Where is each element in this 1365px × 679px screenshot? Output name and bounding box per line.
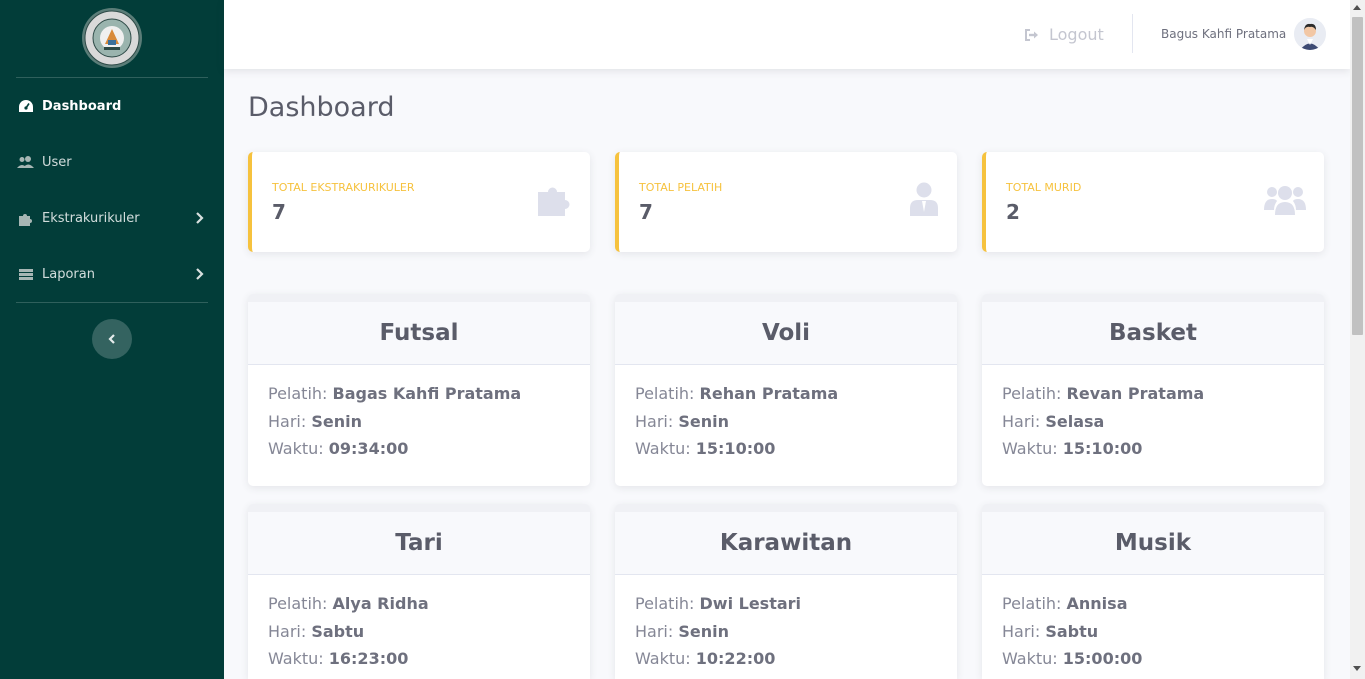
sidebar-item-label: User (42, 154, 72, 170)
user-name: Bagus Kahfi Pratama (1161, 27, 1287, 41)
stat-label: TOTAL MURID (1006, 181, 1082, 194)
waktu-value: 15:00:00 (1062, 649, 1143, 668)
sidebar-item-ekstrakurikuler[interactable]: Ekstrakurikuler (0, 190, 224, 246)
card-body: Pelatih: Dwi Lestari Hari: Senin Waktu: … (615, 575, 957, 673)
card-title: Musik (982, 512, 1324, 575)
pelatih-value: Dwi Lestari (699, 594, 802, 613)
stat-value: 7 (639, 200, 653, 224)
waktu-value: 15:10:00 (695, 439, 776, 458)
waktu-value: 10:22:00 (695, 649, 776, 668)
scroll-down-arrow-icon[interactable] (1353, 666, 1361, 671)
waktu-label: Waktu: (1002, 649, 1058, 668)
waktu-label: Waktu: (1002, 439, 1058, 458)
card-title: Basket (982, 302, 1324, 365)
stat-card-total-murid: TOTAL MURID 2 (982, 152, 1324, 252)
user-tie-icon (909, 182, 939, 220)
sidebar-item-dashboard[interactable]: Dashboard (0, 78, 224, 134)
card-title: Karawitan (615, 512, 957, 575)
stat-card-total-ekstrakurikuler: TOTAL EKSTRAKURIKULER 7 (248, 152, 590, 252)
waktu-label: Waktu: (635, 649, 691, 668)
card-title: Voli (615, 302, 957, 365)
hari-value: Sabtu (311, 621, 365, 641)
activity-card-futsal: Futsal Pelatih: Bagas Kahfi Pratama Hari… (248, 294, 590, 486)
hari-value: Senin (311, 411, 362, 431)
waktu-value: 16:23:00 (328, 649, 409, 668)
school-logo[interactable] (81, 7, 143, 69)
page-scrollbar[interactable] (1350, 0, 1365, 679)
sidebar-item-laporan[interactable]: Laporan (0, 246, 224, 302)
activity-card-basket: Basket Pelatih: Revan Pratama Hari: Sela… (982, 294, 1324, 486)
waktu-value: 15:10:00 (1062, 439, 1143, 458)
waktu-label: Waktu: (268, 439, 324, 458)
topbar-divider (1132, 14, 1133, 53)
pelatih-label: Pelatih: (268, 594, 328, 613)
chevron-left-icon (107, 333, 117, 345)
activity-card-voli: Voli Pelatih: Rehan Pratama Hari: Senin … (615, 294, 957, 486)
logout-button[interactable]: Logout (1024, 22, 1104, 46)
pelatih-label: Pelatih: (1002, 384, 1062, 403)
hari-label: Hari: (635, 411, 674, 431)
sidebar-item-label: Ekstrakurikuler (42, 210, 140, 226)
card-body: Pelatih: Rehan Pratama Hari: Senin Waktu… (615, 365, 957, 463)
activity-card-karawitan: Karawitan Pelatih: Dwi Lestari Hari: Sen… (615, 504, 957, 679)
report-icon (17, 266, 35, 282)
stat-label: TOTAL PELATIH (639, 181, 723, 194)
hari-label: Hari: (1002, 411, 1041, 431)
pelatih-label: Pelatih: (268, 384, 328, 403)
sign-out-icon (1024, 27, 1040, 41)
card-body: Pelatih: Annisa Hari: Sabtu Waktu: 15:00… (982, 575, 1324, 673)
logout-label: Logout (1049, 24, 1104, 44)
hari-value: Selasa (1045, 411, 1105, 431)
puzzle-icon (17, 210, 35, 226)
card-body: Pelatih: Alya Ridha Hari: Sabtu Waktu: 1… (248, 575, 590, 673)
pelatih-label: Pelatih: (635, 594, 695, 613)
activity-card-tari: Tari Pelatih: Alya Ridha Hari: Sabtu Wak… (248, 504, 590, 679)
scrollbar-thumb[interactable] (1352, 17, 1363, 335)
users-cog-icon (17, 154, 35, 170)
stat-value: 2 (1006, 200, 1020, 224)
pelatih-label: Pelatih: (635, 384, 695, 403)
scroll-up-arrow-icon[interactable] (1353, 5, 1361, 10)
pelatih-value: Alya Ridha (332, 594, 429, 613)
hari-label: Hari: (268, 621, 307, 641)
user-menu[interactable]: Bagus Kahfi Pratama (1161, 17, 1327, 51)
pelatih-value: Revan Pratama (1066, 384, 1205, 403)
pelatih-value: Bagas Kahfi Pratama (332, 384, 522, 403)
hari-label: Hari: (268, 411, 307, 431)
hari-label: Hari: (635, 621, 674, 641)
activity-card-musik: Musik Pelatih: Annisa Hari: Sabtu Waktu:… (982, 504, 1324, 679)
waktu-label: Waktu: (268, 649, 324, 668)
hari-value: Sabtu (1045, 621, 1099, 641)
hari-value: Senin (678, 411, 729, 431)
users-icon (1264, 185, 1306, 219)
waktu-value: 09:34:00 (328, 439, 409, 458)
card-body: Pelatih: Revan Pratama Hari: Selasa Wakt… (982, 365, 1324, 463)
topbar: Logout Bagus Kahfi Pratama (224, 0, 1350, 69)
chevron-right-icon (195, 211, 205, 225)
card-title: Tari (248, 512, 590, 575)
stat-card-total-pelatih: TOTAL PELATIH 7 (615, 152, 957, 252)
sidebar: Dashboard User Ekstrakurikuler Laporan (0, 0, 224, 679)
stat-label: TOTAL EKSTRAKURIKULER (272, 181, 415, 194)
chevron-right-icon (195, 267, 205, 281)
pelatih-value: Annisa (1066, 594, 1128, 613)
puzzle-icon (537, 182, 575, 220)
page-title: Dashboard (248, 92, 395, 123)
hari-value: Senin (678, 621, 729, 641)
sidebar-item-label: Laporan (42, 266, 95, 282)
sidebar-divider (16, 302, 208, 303)
pelatih-label: Pelatih: (1002, 594, 1062, 613)
card-body: Pelatih: Bagas Kahfi Pratama Hari: Senin… (248, 365, 590, 463)
card-title: Futsal (248, 302, 590, 365)
sidebar-toggle-button[interactable] (92, 319, 132, 359)
sidebar-item-label: Dashboard (42, 98, 122, 114)
stat-value: 7 (272, 200, 286, 224)
tachometer-icon (17, 98, 35, 114)
waktu-label: Waktu: (635, 439, 691, 458)
hari-label: Hari: (1002, 621, 1041, 641)
pelatih-value: Rehan Pratama (699, 384, 839, 403)
sidebar-item-user[interactable]: User (0, 134, 224, 190)
avatar (1294, 18, 1327, 50)
